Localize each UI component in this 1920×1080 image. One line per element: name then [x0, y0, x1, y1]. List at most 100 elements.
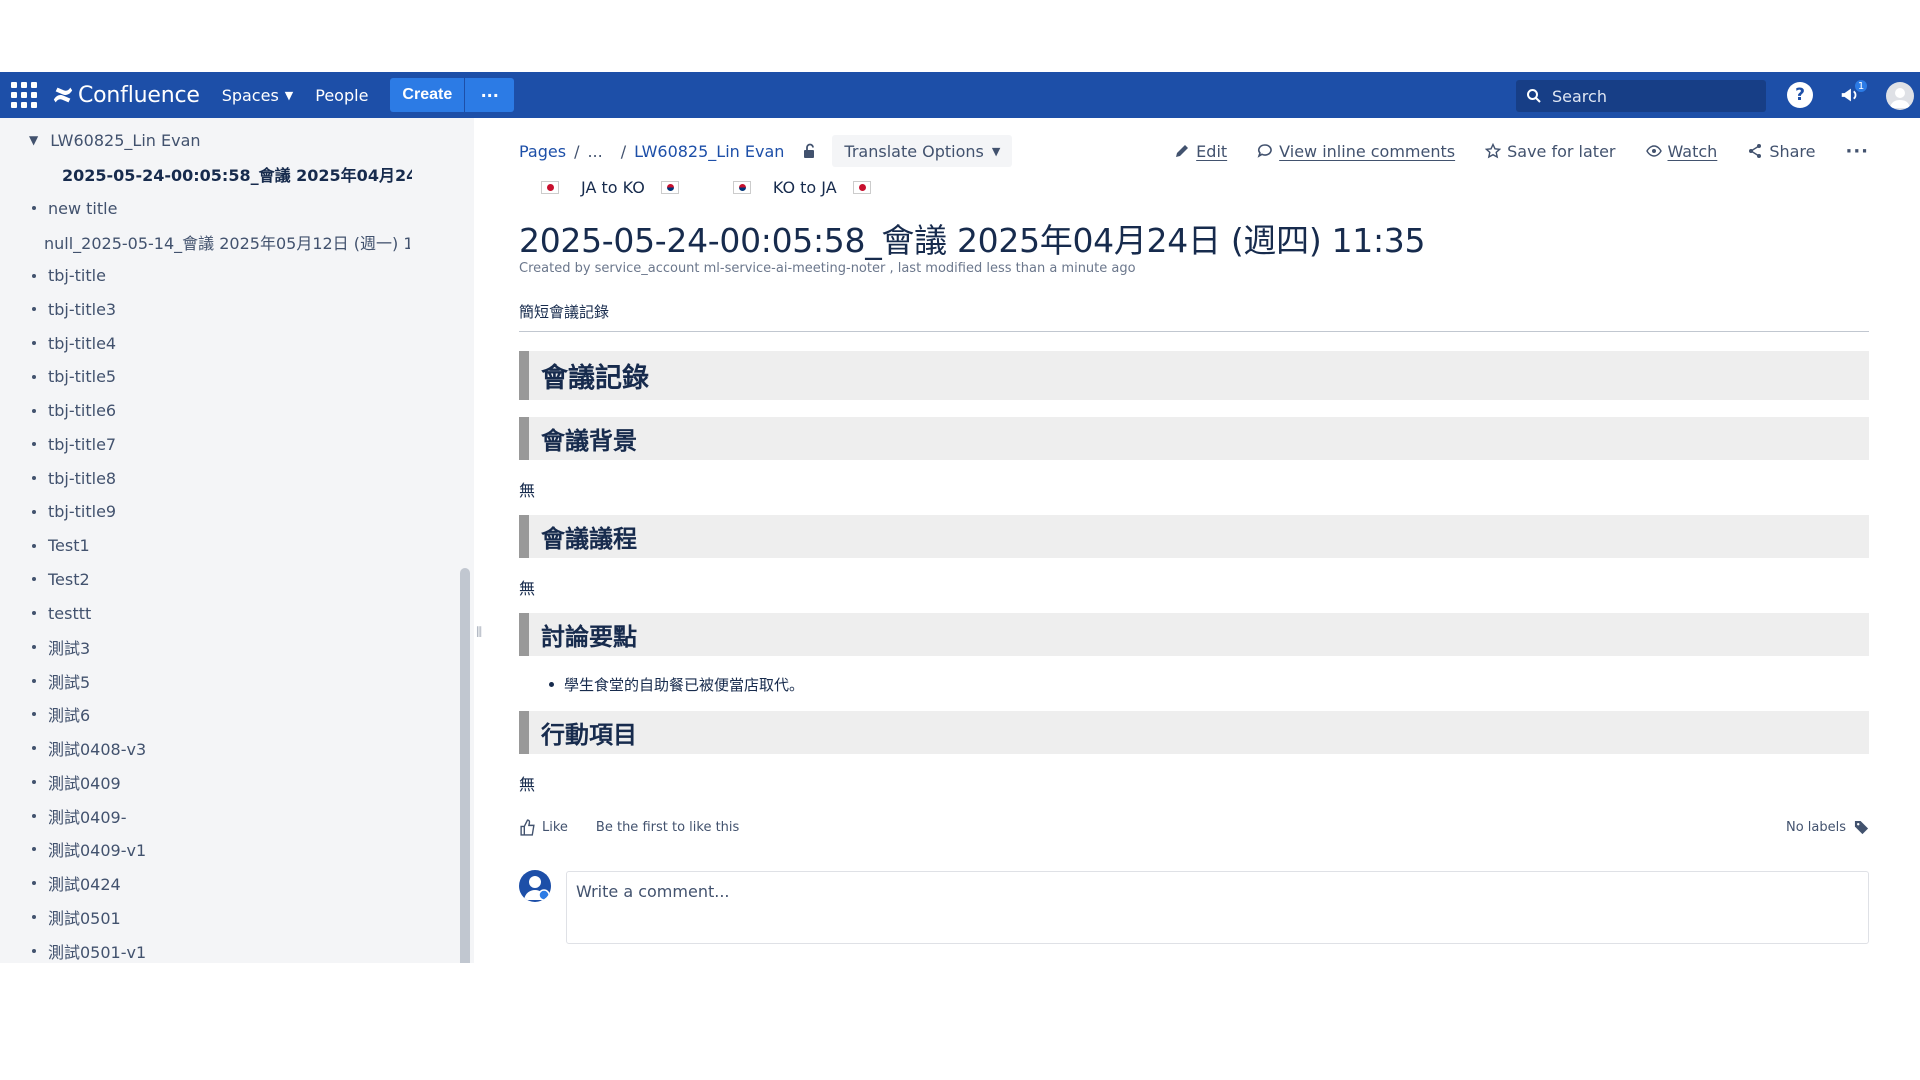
view-inline-comments-button[interactable]: View inline comments [1257, 142, 1455, 161]
help-icon[interactable]: ? [1787, 82, 1813, 108]
tree-item[interactable]: tbj-title8 [32, 461, 410, 495]
breadcrumb-pages[interactable]: Pages [519, 142, 566, 161]
breadcrumb-parent[interactable]: LW60825_Lin Evan [634, 142, 784, 161]
confluence-logo[interactable]: Confluence [52, 72, 200, 118]
tag-icon [1854, 820, 1869, 834]
labels[interactable]: No labels [1786, 820, 1869, 835]
tree-item-label: testtt [48, 603, 92, 623]
like-button[interactable]: Like [519, 818, 568, 836]
tree-item[interactable]: tbj-title3 [32, 292, 410, 326]
tree-item-label: 測試0424 [48, 875, 121, 894]
tree-item[interactable]: 測試0409- [32, 799, 410, 833]
ja-to-ko-label: JA to KO [581, 177, 645, 197]
search-icon [1527, 89, 1541, 103]
watch-button[interactable]: Watch [1645, 141, 1718, 161]
discussion-text: 學生食堂的自助餐已被便當店取代。 [564, 676, 805, 694]
create-button[interactable]: Create [390, 78, 465, 112]
chevron-down-icon: ▼ [284, 88, 294, 102]
tree-item[interactable]: 測試0409 [32, 765, 410, 799]
page-byline: Created by service_account ml-service-ai… [519, 261, 1136, 276]
create-more-button[interactable]: ··· [464, 78, 515, 112]
tree-item-label: 2025-05-24-00:05:58_會議 2025年04月24日 [62, 166, 412, 185]
tree-item[interactable]: new title [32, 191, 410, 225]
translate-options-button[interactable]: Translate Options ▼ [832, 135, 1013, 167]
tree-item[interactable]: 測試0408-v3 [32, 731, 410, 765]
tree-item[interactable]: tbj-title7 [32, 427, 410, 461]
bullet-icon [32, 746, 36, 750]
tree-item-label: new title [48, 198, 118, 218]
bullet-icon [32, 948, 36, 953]
comment-input[interactable]: Write a comment... [566, 871, 1869, 944]
user-icon [524, 876, 550, 901]
spaces-menu[interactable]: Spaces ▼ [222, 86, 294, 105]
translate-options-label: Translate Options [844, 141, 984, 161]
tree-item[interactable]: 測試3 [32, 630, 410, 664]
tree-item[interactable]: 測試5 [32, 664, 410, 698]
tree-item[interactable]: 測試0501-v1 [32, 934, 410, 964]
edit-button[interactable]: Edit [1174, 142, 1227, 161]
comment-icon [1257, 144, 1272, 158]
agenda-text: 無 [519, 579, 536, 598]
tree-item[interactable]: 測試0424 [32, 866, 410, 900]
share-button[interactable]: Share [1747, 142, 1815, 161]
background-text: 無 [519, 481, 536, 500]
tree-item[interactable]: null_2025-05-14_會議 2025年05月12日 (週一) 15: [32, 225, 410, 259]
tree-item-label: 測試0501-v1 [48, 942, 147, 962]
notifications-icon[interactable]: 1 [1837, 78, 1869, 108]
app-switcher-icon[interactable] [10, 81, 38, 109]
ja-to-ko-button[interactable]: JA to KO [541, 178, 679, 197]
tree-item[interactable]: Test2 [32, 562, 410, 596]
tree-item-label: tbj-title [48, 266, 106, 285]
tree-item[interactable]: tbj-title4 [32, 326, 410, 360]
people-link[interactable]: People [315, 86, 368, 105]
breadcrumb-ellipsis[interactable]: ... [587, 142, 602, 161]
tree-item[interactable]: 測試0501 [32, 900, 410, 934]
unlock-icon[interactable] [802, 143, 818, 159]
sidebar-scrollbar[interactable] [460, 568, 470, 963]
chevron-down-icon: ▼ [991, 144, 1001, 158]
watch-label: Watch [1667, 141, 1718, 161]
bullet-icon [32, 273, 36, 278]
ko-to-ja-button[interactable]: KO to JA [732, 178, 871, 197]
bullet-icon [32, 611, 36, 615]
tree-item[interactable]: 測試6 [32, 697, 410, 731]
tree-item-label: tbj-title6 [48, 401, 117, 420]
tree-item[interactable]: tbj-title6 [32, 394, 410, 428]
tree-item-label: 測試6 [48, 706, 91, 726]
bullet-icon [32, 813, 36, 818]
tree-item-current[interactable]: 2025-05-24-00:05:58_會議 2025年04月24日 [50, 157, 412, 191]
tree-item-label: null_2025-05-14_會議 2025年05月12日 (週一) 15: [44, 233, 410, 253]
tree-item-label: 測試0409-v1 [48, 841, 147, 861]
sidebar-resize-handle[interactable]: ⦀ [476, 625, 482, 641]
bullet-icon [549, 682, 554, 687]
search-input[interactable] [1552, 86, 1752, 106]
more-actions-icon[interactable]: ··· [1845, 141, 1869, 162]
tree-item[interactable]: testtt [32, 596, 410, 630]
like-label: Like [542, 819, 568, 835]
tree-item[interactable]: tbj-title [32, 259, 410, 293]
search-box[interactable] [1516, 80, 1766, 112]
tree-item[interactable]: 測試0409-v1 [32, 832, 410, 866]
eye-icon [1645, 145, 1662, 157]
tree-item[interactable]: tbj-title5 [32, 360, 410, 394]
thumbs-up-icon [520, 818, 535, 836]
tree-item-label: tbj-title5 [48, 367, 117, 387]
save-for-later-button[interactable]: Save for later [1485, 142, 1616, 161]
tree-item[interactable]: tbj-title9 [32, 495, 410, 529]
user-icon [1890, 88, 1910, 108]
tree-item-parent[interactable]: ▼ LW60825_Lin Evan [29, 123, 201, 157]
user-avatar[interactable] [1886, 82, 1914, 110]
tree-item-label: 測試5 [48, 672, 91, 692]
bullet-icon [32, 914, 36, 919]
bullet-icon [32, 206, 36, 210]
tree-item-label: 測試0408-v3 [48, 740, 147, 759]
like-row: Like Be the first to like this No labels [519, 815, 1869, 839]
tree-item-label: 測試3 [48, 638, 91, 658]
bullet-icon [32, 543, 36, 548]
tree-item-label: 測試0409- [48, 807, 127, 827]
heading-meeting-record: 會議記錄 [519, 351, 1869, 400]
bullet-icon [32, 476, 36, 480]
confluence-logo-icon [53, 87, 73, 103]
notification-badge: 1 [1853, 78, 1869, 94]
tree-item[interactable]: Test1 [32, 529, 410, 563]
